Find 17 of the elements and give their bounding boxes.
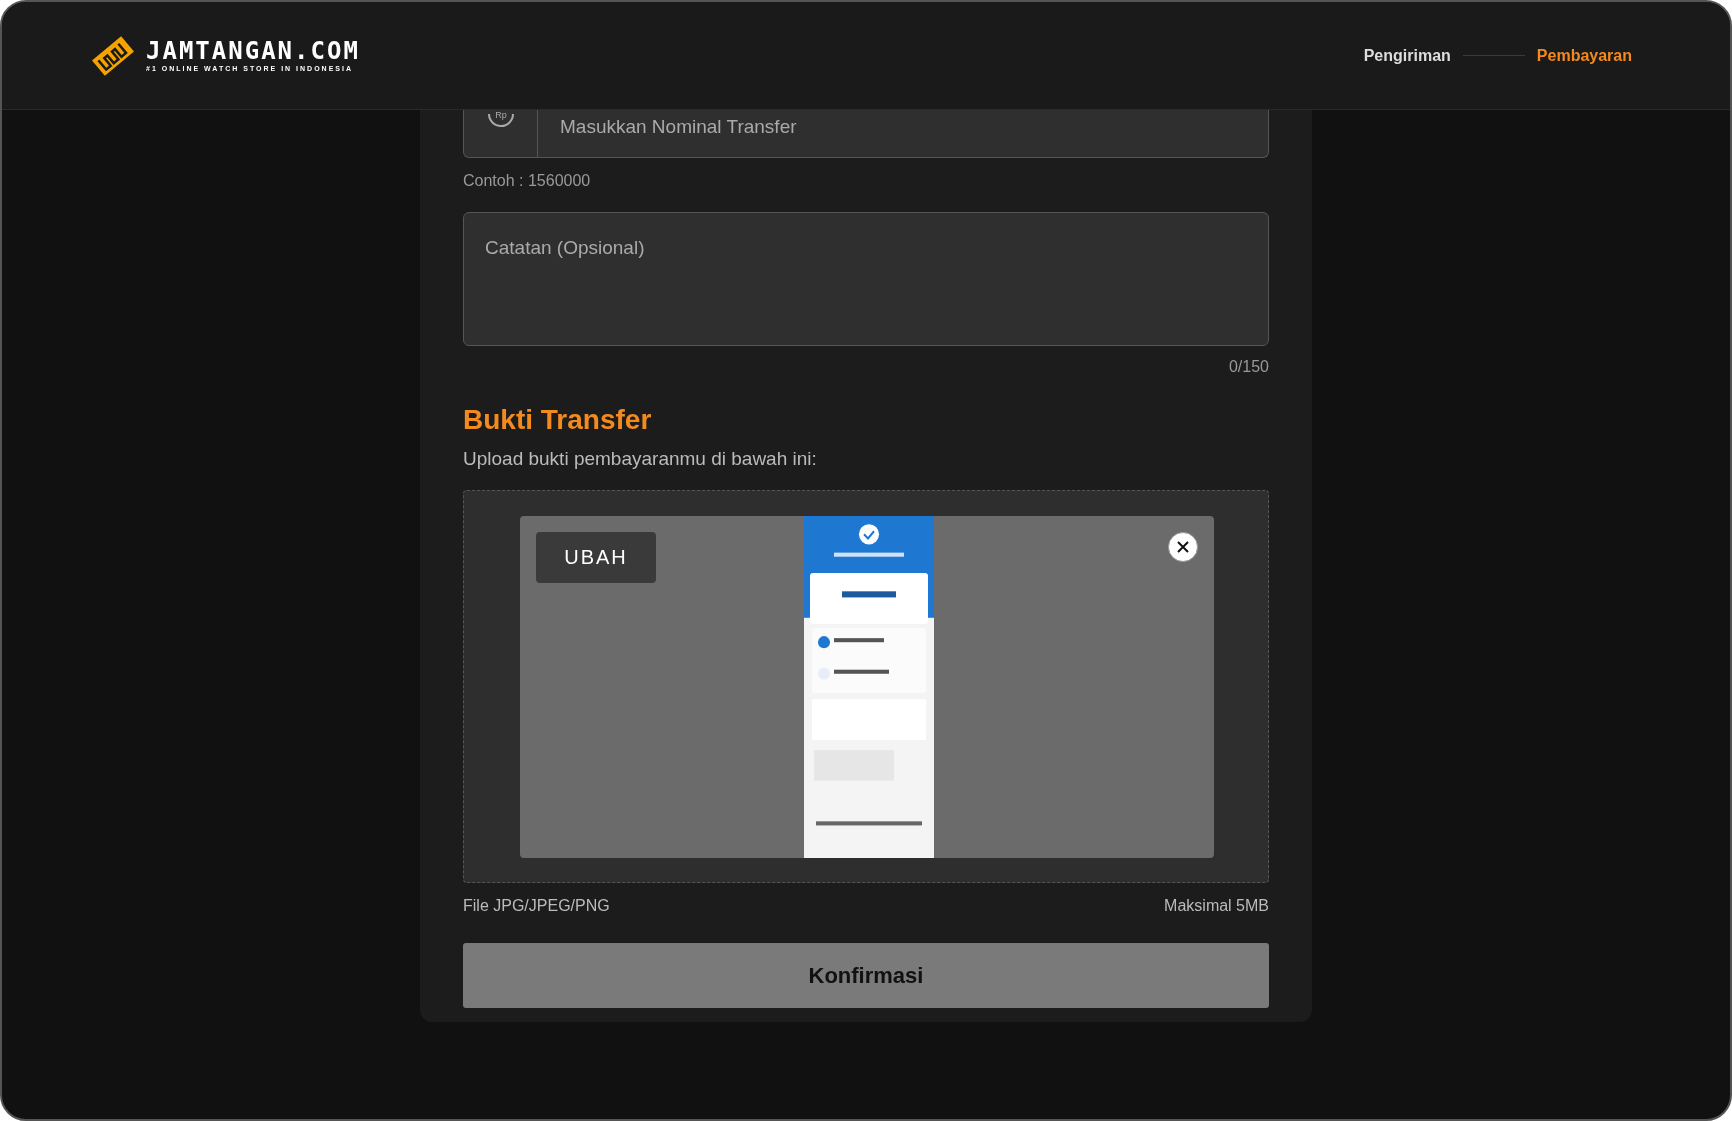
file-type-note: File JPG/JPEG/PNG [463, 897, 610, 915]
checkout-step[interactable]: Pengiriman [1363, 46, 1451, 65]
close-button[interactable] [1168, 532, 1198, 562]
file-size-note: Maksimal 5MB [1164, 897, 1269, 915]
close-icon [1176, 540, 1190, 554]
amount-hint: Contoh : 1560000 [463, 172, 592, 190]
amount-input[interactable]: Masukkan Nominal Transfer [538, 110, 1268, 157]
section-title: Bukti Transfer [463, 404, 653, 436]
upload-area[interactable]: UBAH [463, 490, 1269, 883]
brand-name: JAMTANGAN.COM [146, 39, 360, 63]
change-button[interactable]: UBAH [536, 532, 656, 583]
upload-instruction: Upload bukti pembayaranmu di bawah ini: [463, 448, 818, 470]
checkout-step[interactable]: Pembayaran [1536, 46, 1632, 65]
confirm-button[interactable]: Konfirmasi [463, 943, 1269, 1008]
character-counter: 0/150 [1228, 358, 1269, 376]
note-field[interactable]: Catatan (Opsional) [463, 212, 1269, 346]
amount-field[interactable]: Rp Masukkan Nominal Transfer [463, 110, 1269, 158]
